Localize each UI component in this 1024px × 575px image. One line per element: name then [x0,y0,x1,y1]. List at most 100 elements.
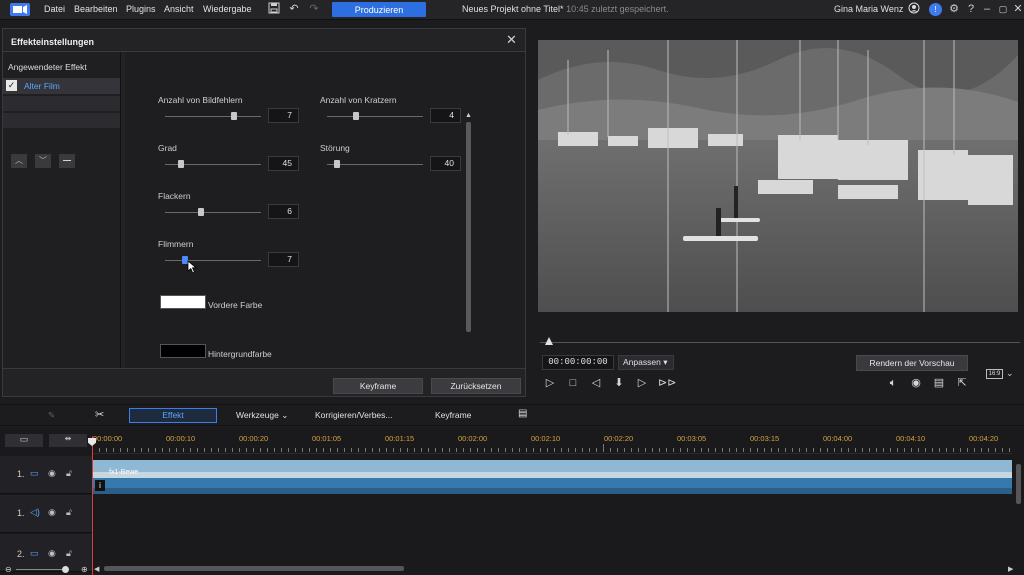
lock-icon[interactable]: 🔓︎ [66,548,72,559]
subtitles-icon[interactable]: ▤ [932,376,946,390]
close-icon[interactable]: ✕ [1011,2,1024,16]
ratio-chevron-icon[interactable]: ⌄ [1006,368,1014,379]
scroll-left-icon[interactable]: ◀ [94,565,99,573]
param-slider-track[interactable] [165,260,261,261]
ruler-tick [463,448,464,452]
effect-tab[interactable]: Effekt [129,408,217,423]
menu-plugins[interactable]: Plugins [126,4,156,14]
notification-icon[interactable]: ! [929,3,942,16]
ruler-tick-label: 00:00:10 [166,434,196,443]
playhead[interactable] [92,436,93,575]
param-value-field[interactable]: 7 [268,108,299,123]
scissors-icon[interactable]: ✂ [95,408,104,421]
produce-button[interactable]: Produzieren [332,2,426,17]
settings-scrollbar[interactable] [466,122,471,332]
play-icon[interactable]: ▷ [543,376,557,390]
clip-info-icon[interactable]: i [95,480,105,491]
timecode-display: 00:00:00:00 [542,355,614,370]
snapshot-icon[interactable]: ◉ [909,376,923,390]
tools-dropdown[interactable]: Werkzeuge ⌄ [236,410,288,421]
scroll-up-icon[interactable]: ▲ [465,112,472,119]
timeline-vertical-scrollbar[interactable] [1016,464,1021,504]
project-title: Neues Projekt ohne Titel* 10:45 zuletzt … [462,4,669,14]
ruler-tick [631,448,632,452]
gear-icon[interactable]: ⚙ [947,2,961,16]
fit-dropdown[interactable]: Anpassen ▾ [618,355,674,370]
eye-icon[interactable]: ◉ [48,468,56,479]
zoom-in-icon[interactable]: ⊕ [81,565,88,574]
reset-button[interactable]: Zurücksetzen [431,378,521,394]
redo-icon[interactable]: ↷ [307,2,321,16]
ruler-tick [596,448,597,452]
ruler-tick [764,448,765,452]
ruler-tick [190,448,191,452]
param-slider-track[interactable] [165,212,261,213]
front-color-swatch[interactable] [160,295,206,309]
fit-timeline-icon[interactable]: ⇹ [49,434,87,447]
track-manager-icon[interactable]: ▭ [5,434,43,447]
param-slider-track[interactable] [165,116,261,117]
param-value-field[interactable]: 40 [430,156,461,171]
move-up-icon[interactable]: ︿ [11,154,27,168]
zoom-slider-thumb[interactable] [62,566,69,573]
keyframe-tab[interactable]: Keyframe [435,410,471,420]
checkbox-checked-icon[interactable]: ✓ [6,80,17,91]
keyframe-button[interactable]: Keyframe [333,378,423,394]
param-slider-thumb[interactable] [197,208,204,216]
time-ruler[interactable]: 00:00:00 00:00:10 00:00:20 00:01:05 00:01:15… [92,428,1012,454]
minimize-icon[interactable]: – [980,2,994,16]
fast-forward-icon[interactable]: ⊳⊳ [658,376,676,390]
menu-ansicht[interactable]: Ansicht [164,4,194,14]
next-frame-icon[interactable]: ▷ [635,376,649,390]
menu-datei[interactable]: Datei [44,4,65,14]
panel-footer: Keyframe Zurücksetzen [3,368,525,396]
help-icon[interactable]: ? [964,2,978,16]
param-slider-thumb[interactable] [333,160,340,168]
undock-icon[interactable]: ⇱ [955,376,969,390]
ruler-tick [757,448,758,452]
scroll-right-icon[interactable]: ▶ [1008,565,1013,573]
split-icon[interactable]: ⬇ [612,376,626,390]
clipboard-icon[interactable]: ▤ [518,408,527,419]
lock-icon[interactable]: 🔓︎ [66,468,72,479]
previous-frame-icon[interactable]: ◁ [589,376,603,390]
menu-bearbeiten[interactable]: Bearbeiten [74,4,118,14]
move-down-icon[interactable]: ﹀ [35,154,51,168]
param-value-field[interactable]: 45 [268,156,299,171]
param-value-field[interactable]: 7 [268,252,299,267]
preview-seek-bar[interactable] [540,342,1020,343]
param-slider-thumb[interactable] [178,160,185,168]
applied-effect-item[interactable]: ✓ Alter Film [3,78,120,94]
param-slider-track[interactable] [327,164,423,165]
correct-enhance-button[interactable]: Korrigieren/Verbes... [315,410,392,420]
lock-icon[interactable]: 🔓︎ [66,507,72,518]
param-value-field[interactable]: 4 [430,108,461,123]
video-clip[interactable]: fx1-Bewe i [93,460,1012,494]
zoom-slider[interactable] [16,569,68,570]
aspect-ratio-badge[interactable]: 16:9 [986,369,1003,379]
menu-wiedergabe[interactable]: Wiedergabe [203,4,252,14]
audio-track-icon: ◁) [30,507,40,517]
zoom-out-icon[interactable]: ⊖ [5,565,12,574]
stop-icon[interactable]: □ [566,376,580,390]
pen-icon[interactable]: ✎ [48,410,55,421]
eye-icon[interactable]: ◉ [48,507,56,518]
param-value-field[interactable]: 6 [268,204,299,219]
eye-icon[interactable]: ◉ [48,548,56,559]
remove-icon[interactable]: — [59,154,75,168]
param-slider-thumb[interactable] [352,112,359,120]
save-icon[interactable] [267,2,281,16]
seek-handle-icon[interactable] [545,337,553,345]
undo-icon[interactable]: ↶ [287,2,301,16]
panel-close-icon[interactable]: ✕ [506,32,517,48]
ruler-tick [813,448,814,452]
background-color-swatch[interactable] [160,344,206,358]
param-slider-track[interactable] [327,116,423,117]
volume-icon[interactable]: 🔈︎ [886,376,900,390]
param-slider-thumb[interactable] [231,112,238,120]
user-avatar-icon[interactable] [907,2,921,16]
render-preview-button[interactable]: Rendern der Vorschau [856,355,968,371]
ruler-tick-label: 00:04:10 [896,434,926,443]
timeline-horizontal-scrollbar[interactable] [104,566,404,571]
maximize-icon[interactable]: ▢ [996,2,1010,16]
